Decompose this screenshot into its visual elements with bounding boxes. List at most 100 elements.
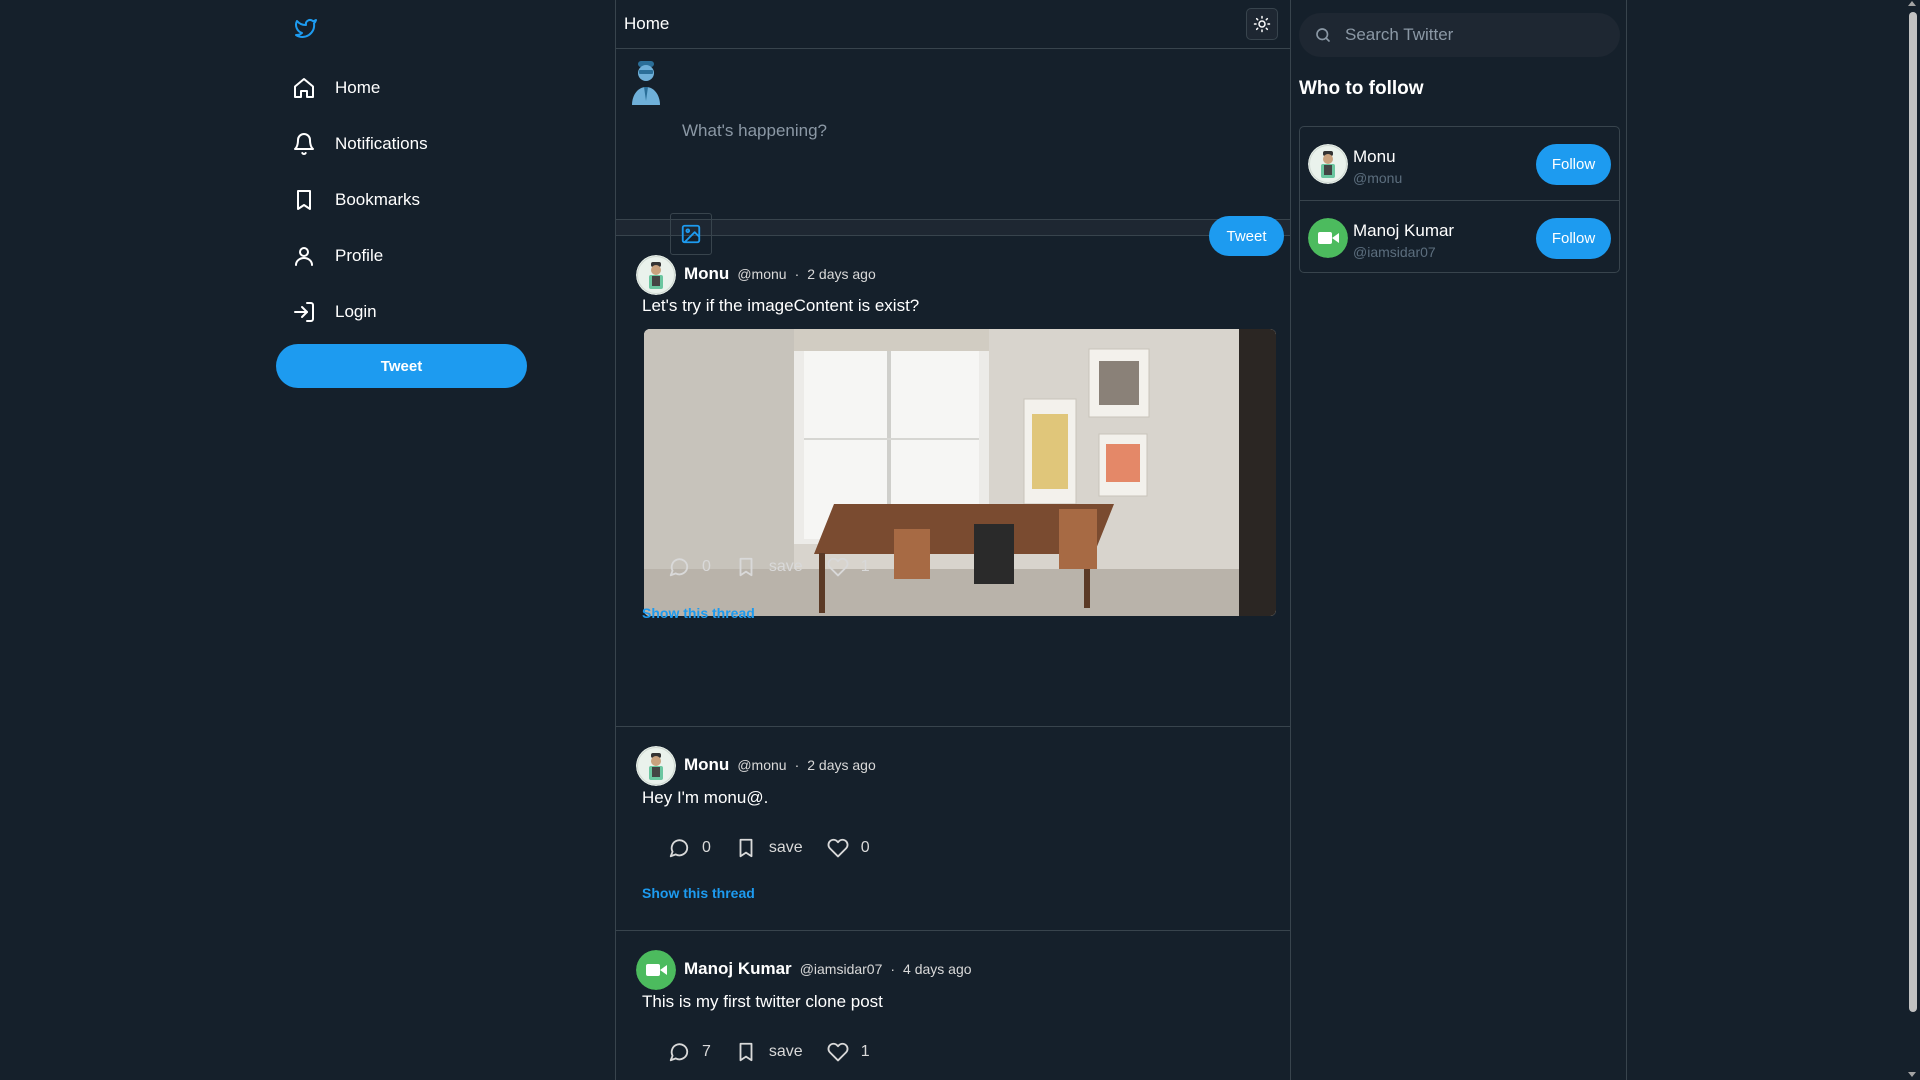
- tweet-text: This is my first twitter clone post: [642, 992, 883, 1011]
- save-button[interactable]: save: [733, 554, 803, 580]
- like-button[interactable]: 1: [825, 1039, 870, 1065]
- separator-dot: ·: [794, 757, 800, 773]
- like-button[interactable]: 0: [825, 835, 870, 861]
- tweet-header: Manoj Kumar @iamsidar07 · 4 days ago: [684, 959, 972, 979]
- avatar[interactable]: [636, 746, 676, 786]
- composer-input[interactable]: [682, 121, 1202, 141]
- scroll-up-arrow-icon[interactable]: [1908, 1, 1916, 6]
- bookmark-icon: [733, 1039, 759, 1065]
- comment-icon: [666, 835, 692, 861]
- tweet-timestamp: 4 days ago: [903, 961, 972, 977]
- tweet-actions: 0 save 1: [666, 554, 870, 580]
- sidebar-item-bookmarks[interactable]: Bookmarks: [276, 176, 516, 224]
- follow-button[interactable]: Follow: [1536, 144, 1611, 185]
- follow-button[interactable]: Follow: [1536, 218, 1611, 259]
- tweet-author-name[interactable]: Monu: [684, 264, 729, 284]
- comment-count: 7: [702, 1043, 711, 1060]
- tweet-text: Hey I'm monu@.: [642, 788, 769, 807]
- sidebar-item-label: Notifications: [335, 134, 428, 153]
- suggestion-name[interactable]: Monu: [1353, 147, 1396, 167]
- sidebar-item-notifications[interactable]: Notifications: [276, 120, 516, 168]
- show-thread-link[interactable]: Show this thread: [642, 885, 755, 901]
- twitter-bird-icon[interactable]: [293, 16, 319, 40]
- search-bar[interactable]: [1299, 13, 1620, 57]
- save-label: save: [768, 839, 803, 856]
- sidebar-item-label: Profile: [335, 246, 384, 265]
- page-title: Home: [624, 14, 670, 33]
- save-button[interactable]: save: [733, 835, 803, 861]
- comment-button[interactable]: 7: [666, 1039, 711, 1065]
- separator-dot: ·: [794, 266, 800, 282]
- tweet-author-handle: @monu: [737, 266, 787, 282]
- separator-dot: ·: [890, 961, 896, 977]
- avatar[interactable]: [636, 255, 676, 295]
- sidebar-item-login[interactable]: Login: [276, 288, 516, 336]
- comment-icon: [666, 1039, 692, 1065]
- right-panel: Who to follow Monu @monu Follow: [1290, 0, 1627, 1080]
- sun-icon: [1253, 15, 1271, 33]
- save-label: save: [768, 1043, 803, 1060]
- comment-icon: [666, 554, 692, 580]
- app-root: Home Notifications Bookmarks Profile Log…: [0, 0, 1920, 1080]
- heart-icon: [825, 835, 851, 861]
- tweet-header: Monu @monu · 2 days ago: [684, 264, 876, 284]
- user-icon: [291, 243, 317, 269]
- like-count: 0: [860, 839, 870, 856]
- tweet-timestamp: 2 days ago: [807, 266, 876, 282]
- like-button[interactable]: 1: [825, 554, 870, 580]
- tweet-timestamp: 2 days ago: [807, 757, 876, 773]
- tweet-header: Monu @monu · 2 days ago: [684, 755, 876, 775]
- tweet-actions: 7 save 1: [666, 1039, 870, 1065]
- scroll-down-arrow-icon[interactable]: [1908, 1072, 1916, 1077]
- main-feed: Home What's happening? Tweet Monu @monu …: [615, 0, 1291, 1080]
- sidebar-tweet-button[interactable]: Tweet: [276, 344, 527, 388]
- heart-icon: [825, 1039, 851, 1065]
- show-thread-link[interactable]: Show this thread: [642, 605, 755, 621]
- tweet-actions: 0 save 0: [666, 835, 870, 861]
- suggestion-handle: @monu: [1353, 170, 1403, 186]
- scroll-thumb[interactable]: [1909, 12, 1917, 1012]
- bell-icon: [291, 131, 317, 157]
- tweet-card[interactable]: Monu @monu · 2 days ago Hey I'm monu@. 0: [616, 727, 1290, 931]
- bookmark-icon: [733, 554, 759, 580]
- follow-suggestion[interactable]: Monu @monu Follow: [1300, 127, 1619, 200]
- comment-count: 0: [702, 558, 711, 575]
- save-button[interactable]: save: [733, 1039, 803, 1065]
- tweet-author-name[interactable]: Manoj Kumar: [684, 959, 792, 979]
- sidebar-item-profile[interactable]: Profile: [276, 232, 516, 280]
- page-scrollbar[interactable]: [1905, 0, 1920, 1080]
- search-input[interactable]: [1345, 25, 1605, 45]
- sidebar-item-home[interactable]: Home: [276, 64, 516, 112]
- who-to-follow-list: Monu @monu Follow Manoj Kumar @iamsidar0…: [1299, 126, 1620, 273]
- sidebar-item-label: Home: [335, 78, 381, 97]
- tweet-text: Let's try if the imageContent is exist?: [642, 296, 920, 315]
- like-count: 1: [860, 1043, 870, 1060]
- feed-divider: [616, 220, 1290, 236]
- save-label: save: [768, 558, 803, 575]
- suggestion-name[interactable]: Manoj Kumar: [1353, 221, 1454, 241]
- main-header: Home: [616, 0, 1290, 49]
- comment-button[interactable]: 0: [666, 835, 711, 861]
- bookmark-icon: [733, 835, 759, 861]
- follow-suggestion[interactable]: Manoj Kumar @iamsidar07 Follow: [1300, 200, 1619, 272]
- avatar[interactable]: [1308, 218, 1348, 258]
- tweet-card[interactable]: Monu @monu · 2 days ago Let's try if the…: [616, 236, 1290, 727]
- comment-button[interactable]: 0: [666, 554, 711, 580]
- theme-toggle-button[interactable]: [1246, 8, 1278, 40]
- tweet-author-handle: @monu: [737, 757, 787, 773]
- home-icon: [291, 75, 317, 101]
- login-icon: [291, 299, 317, 325]
- tweet-composer: Tweet: [616, 49, 1290, 256]
- comment-count: 0: [702, 839, 711, 856]
- tweet-author-name[interactable]: Monu: [684, 755, 729, 775]
- avatar[interactable]: [636, 950, 676, 990]
- composer-avatar: [626, 59, 666, 105]
- heart-icon: [825, 554, 851, 580]
- bookmark-icon: [291, 187, 317, 213]
- avatar[interactable]: [1308, 144, 1348, 184]
- sidebar-item-label: Login: [335, 302, 377, 321]
- sidebar-item-label: Bookmarks: [335, 190, 421, 209]
- search-icon: [1313, 25, 1333, 45]
- tweet-card[interactable]: Manoj Kumar @iamsidar07 · 4 days ago Thi…: [616, 931, 1290, 1080]
- tweet-author-handle: @iamsidar07: [799, 961, 883, 977]
